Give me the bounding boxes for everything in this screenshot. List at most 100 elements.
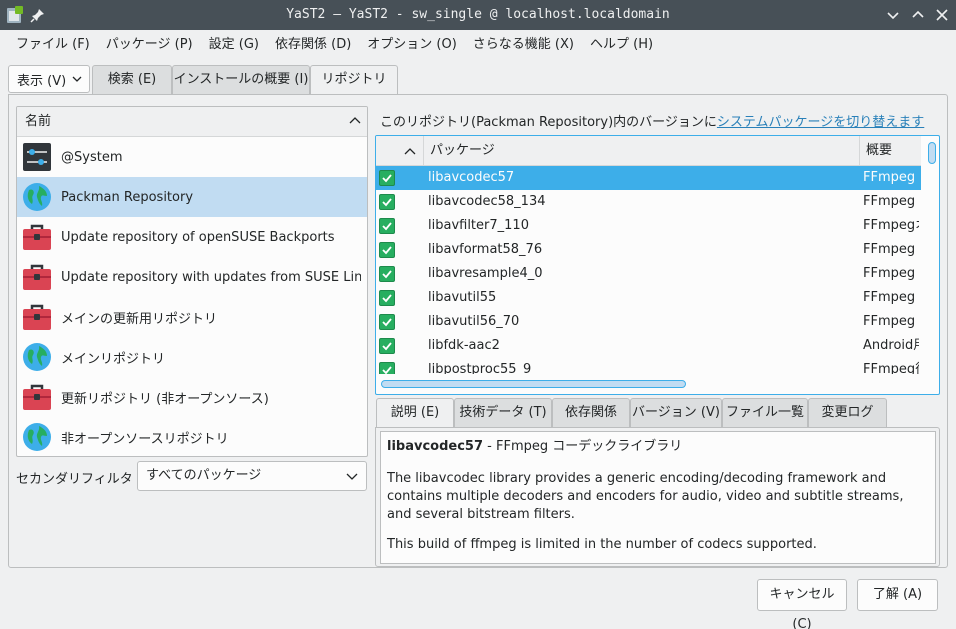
tab-repositories[interactable]: リポジトリ (R) <box>310 65 398 115</box>
repo-item-main[interactable]: メインリポジトリ <box>17 337 367 377</box>
vertical-scroll-thumb[interactable] <box>928 142 936 164</box>
summary-column-header[interactable]: 概要 <box>860 136 921 166</box>
maximize-icon[interactable] <box>909 6 927 24</box>
menu-options[interactable]: オプション (O) <box>359 30 465 60</box>
menu-bar: ファイル (F) パッケージ (P) 設定 (G) 依存関係 (D) オプション… <box>0 30 956 60</box>
package-rows: libavcodec57 FFmpeg コ libavcodec58_134 F… <box>376 166 921 374</box>
package-summary: FFmpeg ユ <box>863 290 919 305</box>
package-summary: FFmpeg コ <box>863 170 919 185</box>
switch-system-packages-link[interactable]: システムパッケージを切り替えます <box>717 115 924 130</box>
table-row[interactable]: libfdk-aac2 Android用 <box>376 334 921 358</box>
installed-check-icon[interactable] <box>379 362 395 374</box>
view-dropdown-button[interactable]: 表示 (V) <box>8 65 90 93</box>
menu-file[interactable]: ファイル (F) <box>8 30 98 60</box>
package-name: libpostproc55_9 <box>428 362 532 374</box>
repo-item-label: Update repository with updates from SUSE… <box>61 269 361 285</box>
installed-check-icon[interactable] <box>379 242 395 258</box>
secondary-filter-value: すべてのパッケージ <box>146 468 262 483</box>
package-table-header: パッケージ 概要 <box>376 136 921 166</box>
repo-item-label: メインリポジトリ <box>61 351 166 367</box>
description-summary: - FFmpeg コーデックライブラリ <box>483 439 683 454</box>
installed-check-icon[interactable] <box>379 266 395 282</box>
installed-check-icon[interactable] <box>379 338 395 354</box>
repo-item-label: 非オープンソースリポジトリ <box>61 431 229 447</box>
tab-install-summary[interactable]: インストールの概要 (I) <box>172 65 310 94</box>
horizontal-scroll-thumb[interactable] <box>381 380 686 388</box>
status-column-header[interactable] <box>376 136 424 166</box>
table-row[interactable]: libavutil56_70 FFmpeg ユ <box>376 310 921 334</box>
table-row[interactable]: libavresample4_0 FFmpeg 付 <box>376 262 921 286</box>
package-summary: FFmpegオ <box>863 218 919 233</box>
repo-item-packman[interactable]: Packman Repository <box>17 177 367 217</box>
menu-help[interactable]: ヘルプ (H) <box>582 30 661 60</box>
sort-up-icon <box>349 117 361 124</box>
table-row[interactable]: libavutil55 FFmpeg ユ <box>376 286 921 310</box>
tab-changelog[interactable]: 変更ログ <box>808 398 887 427</box>
package-summary: FFmpeg コ <box>863 194 919 209</box>
repo-item-main-update[interactable]: メインの更新用リポジトリ <box>17 297 367 337</box>
menu-dependencies[interactable]: 依存関係 (D) <box>267 30 359 60</box>
sort-up-icon <box>404 148 416 155</box>
package-name: libavcodec57 <box>428 170 515 185</box>
toolbox-icon <box>23 384 51 410</box>
package-name: libavresample4_0 <box>428 266 543 281</box>
menu-settings[interactable]: 設定 (G) <box>201 30 267 60</box>
package-name: libavutil55 <box>428 290 497 305</box>
table-row[interactable]: libavformat58_76 FFmpeg コ <box>376 238 921 262</box>
menu-extras[interactable]: さらなる機能 (X) <box>465 30 582 60</box>
toolbox-icon <box>23 224 51 250</box>
description-paragraph: This build of ffmpeg is limited in the n… <box>387 537 817 552</box>
repo-header-label: 名前 <box>25 114 52 129</box>
globe-icon <box>23 183 51 211</box>
vertical-scrollbar[interactable] <box>927 141 937 381</box>
close-icon[interactable] <box>933 6 951 24</box>
package-name: libavutil56_70 <box>428 314 520 329</box>
notice-text: このリポジトリ(Packman Repository)内のバージョンに <box>380 115 717 130</box>
secondary-filter-select[interactable]: すべてのパッケージ <box>137 461 367 491</box>
installed-check-icon[interactable] <box>379 170 395 186</box>
installed-check-icon[interactable] <box>379 314 395 330</box>
package-table[interactable]: パッケージ 概要 libavcodec57 FFmpeg コ libavcode… <box>375 135 940 395</box>
description-paragraph: The libavcodec library provides a generi… <box>387 471 904 522</box>
repository-list[interactable]: 名前 @System Packman Repository Update rep… <box>16 106 368 457</box>
installed-check-icon[interactable] <box>379 194 395 210</box>
repo-item-non-oss[interactable]: 非オープンソースリポジトリ <box>17 417 367 456</box>
package-column-header[interactable]: パッケージ <box>424 136 860 166</box>
tab-search[interactable]: 検索 (E) <box>92 65 172 94</box>
menu-package[interactable]: パッケージ (P) <box>98 30 201 60</box>
package-summary: FFmpeg後 <box>863 362 919 374</box>
tab-dependencies[interactable]: 依存関係 <box>552 398 630 427</box>
chevron-down-icon <box>72 76 82 82</box>
repo-item-label: メインの更新用リポジトリ <box>61 311 218 327</box>
minimize-icon[interactable] <box>884 6 902 24</box>
description-title: libavcodec57 - FFmpeg コーデックライブラリ <box>387 438 929 456</box>
view-label: 表示 (V) <box>17 73 67 89</box>
accept-button[interactable]: 了解 (A) <box>857 579 938 611</box>
tab-technical-data[interactable]: 技術データ (T) <box>454 398 552 427</box>
globe-icon <box>23 423 51 451</box>
cancel-button[interactable]: キャンセル (C) <box>757 579 847 629</box>
table-row[interactable]: libpostproc55_9 FFmpeg後 <box>376 358 921 374</box>
table-row[interactable]: libavcodec58_134 FFmpeg コ <box>376 190 921 214</box>
installed-check-icon[interactable] <box>379 290 395 306</box>
title-bar: YaST2 — YaST2 - sw_single @ localhost.lo… <box>0 0 956 30</box>
package-name: libavfilter7_110 <box>428 218 529 233</box>
repo-item-non-oss-update[interactable]: 更新リポジトリ (非オープンソース) <box>17 377 367 417</box>
table-row[interactable]: libavfilter7_110 FFmpegオ <box>376 214 921 238</box>
installed-check-icon[interactable] <box>379 218 395 234</box>
tab-description[interactable]: 説明 (E) <box>376 398 454 428</box>
toolbox-icon <box>23 264 51 290</box>
repo-list-header[interactable]: 名前 <box>17 107 367 137</box>
tab-versions[interactable]: バージョン (V) <box>630 398 722 427</box>
package-name: libavformat58_76 <box>428 242 543 257</box>
globe-icon <box>23 343 51 371</box>
package-name: libfdk-aac2 <box>428 338 500 353</box>
repo-item-system[interactable]: @System <box>17 137 367 177</box>
repo-item-sle-updates[interactable]: Update repository with updates from SUSE… <box>17 257 367 297</box>
repo-item-backports-update[interactable]: Update repository of openSUSE Backports <box>17 217 367 257</box>
repo-item-label: @System <box>61 149 123 165</box>
description-package: libavcodec57 <box>387 439 484 454</box>
switch-notice: このリポジトリ(Packman Repository)内のバージョンにシステムパ… <box>380 111 924 130</box>
table-row[interactable]: libavcodec57 FFmpeg コ <box>376 166 921 190</box>
tab-file-list[interactable]: ファイル一覧 <box>722 398 808 427</box>
